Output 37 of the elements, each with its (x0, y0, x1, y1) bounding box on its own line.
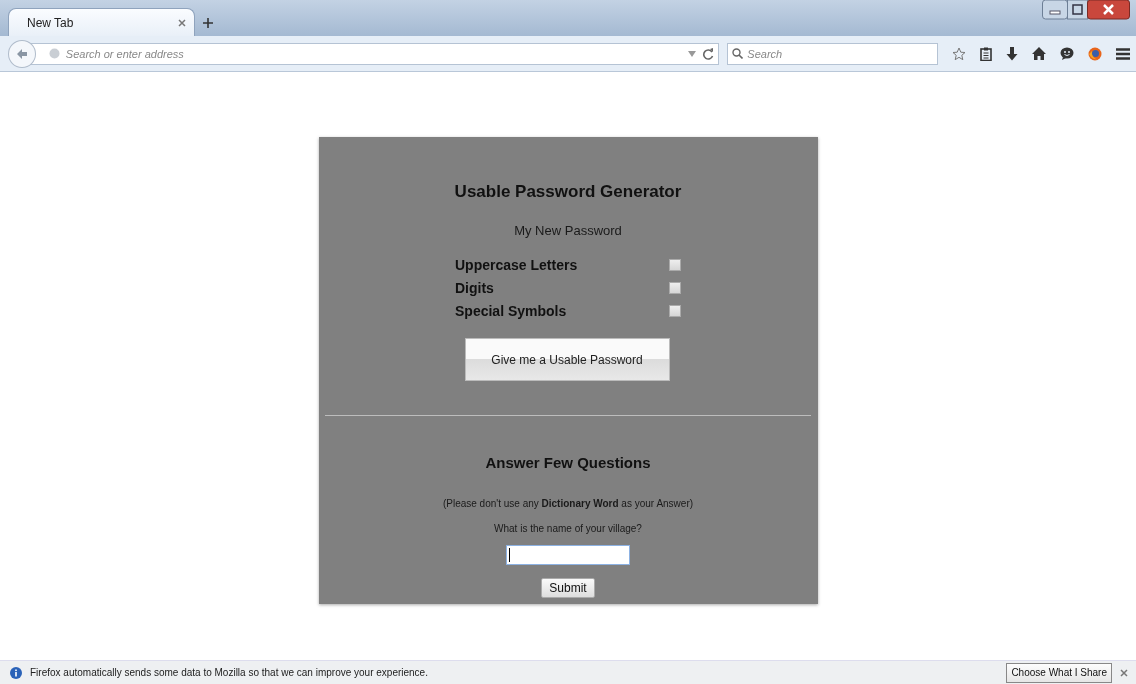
download-icon[interactable] (1006, 46, 1018, 61)
browser-tab[interactable]: New Tab (8, 8, 195, 36)
answer-field[interactable] (506, 545, 630, 566)
plus-icon[interactable] (203, 18, 213, 28)
dropdown-icon[interactable] (688, 50, 697, 57)
section-title: Answer Few Questions (485, 454, 651, 471)
star-icon[interactable] (952, 46, 966, 61)
option-label: Digits (455, 280, 494, 296)
password-text: My New Password (514, 223, 622, 238)
globe-icon (48, 48, 60, 59)
submit-button[interactable]: Submit (541, 578, 595, 599)
search-icon (732, 48, 744, 59)
close-icon[interactable] (178, 18, 186, 27)
hint-text: (Please don't use any Dictionary Word as your Answer) (442, 498, 694, 510)
question-text: What is the name of your village? (494, 523, 642, 535)
generate-button[interactable]: Give me a Usable Password (464, 338, 670, 381)
card-title: Usable Password Generator (454, 182, 682, 202)
clipboard-icon[interactable] (980, 46, 992, 61)
window-controls-drawing[interactable] (1042, 0, 1130, 20)
search-field[interactable]: Search (727, 42, 938, 65)
chat-icon[interactable] (1060, 47, 1074, 60)
back-button[interactable] (8, 39, 36, 68)
option-label: Special Symbols (455, 303, 567, 319)
reload-icon[interactable] (702, 47, 715, 60)
home-icon[interactable] (1032, 47, 1046, 60)
menu-icon[interactable] (1116, 47, 1130, 60)
close-icon[interactable] (1120, 668, 1128, 677)
checkbox[interactable] (669, 282, 681, 294)
choose-button[interactable]: Choose What I Share (1006, 662, 1112, 683)
checkbox[interactable] (669, 259, 681, 271)
notification-text: Firefox automatically sends some data to Mozilla so that we can improve your experience. (30, 667, 429, 678)
checkbox[interactable] (669, 305, 681, 317)
info-icon (10, 666, 22, 679)
firefox-icon[interactable] (1088, 46, 1102, 61)
back-arrow-icon (15, 47, 28, 60)
option-label: Uppercase Letters (455, 257, 578, 273)
address-field[interactable]: Search or enter address (29, 42, 720, 65)
